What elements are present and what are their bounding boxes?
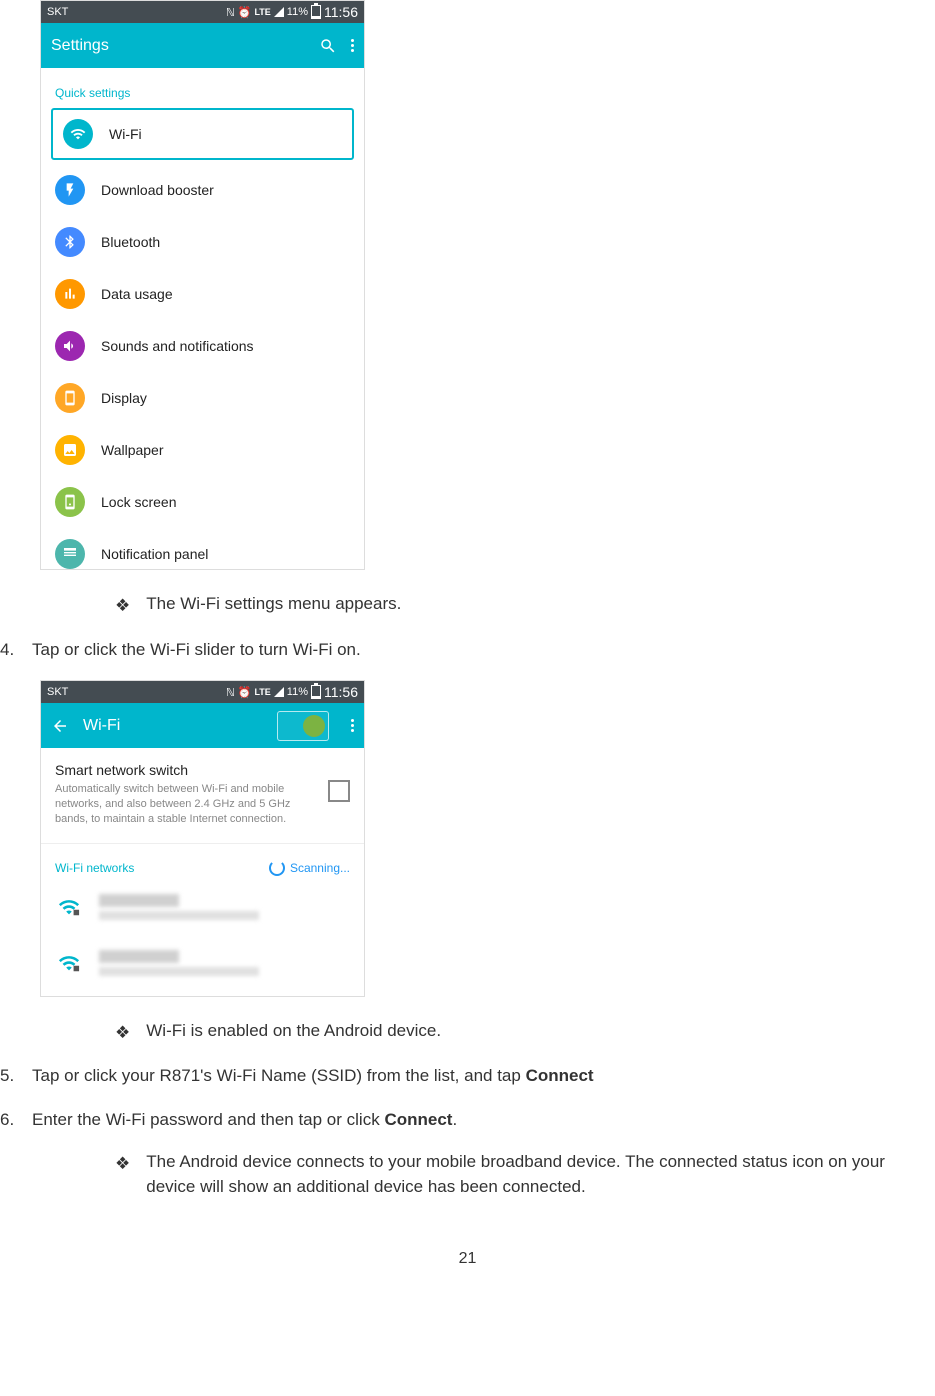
lte-label: LTE — [254, 7, 270, 17]
setting-label: Data usage — [101, 286, 173, 302]
wifi-icon — [63, 119, 93, 149]
setting-label: Display — [101, 390, 147, 406]
bullet-note: ❖ The Android device connects to your mo… — [115, 1150, 935, 1199]
page-title: Wi-Fi — [83, 717, 120, 735]
status-bar: SKT ℕ ⏰ LTE 11% 11:56 — [41, 1, 364, 23]
signal-icon — [274, 7, 284, 17]
diamond-bullet-icon: ❖ — [115, 1152, 130, 1177]
screenshot-wifi: SKT ℕ ⏰ LTE 11% 11:56 Wi-Fi — [40, 680, 365, 997]
setting-label: Bluetooth — [101, 234, 160, 250]
sns-checkbox[interactable] — [328, 780, 350, 802]
step-6: 6. Enter the Wi-Fi password and then tap… — [0, 1107, 935, 1133]
smart-network-switch[interactable]: Smart network switch Automatically switc… — [41, 748, 364, 844]
setting-label: Lock screen — [101, 494, 176, 510]
networks-label: Wi-Fi networks — [55, 861, 134, 875]
scanning-status: Scanning... — [269, 860, 350, 876]
nfc-icon: ℕ — [226, 6, 235, 19]
step-text: Tap or click the Wi-Fi slider to turn Wi… — [32, 637, 361, 663]
step-number: 5. — [0, 1063, 32, 1089]
setting-wallpaper[interactable]: Wallpaper — [41, 424, 364, 476]
screenshot-settings: SKT ℕ ⏰ LTE 11% 11:56 Settings Quick set… — [40, 0, 365, 570]
alarm-icon: ⏰ — [238, 6, 252, 19]
sns-title: Smart network switch — [55, 762, 316, 778]
network-info — [99, 950, 350, 976]
battery-pct: 11% — [287, 6, 308, 18]
wifi-network-row[interactable] — [41, 940, 364, 996]
bullet-text: The Wi-Fi settings menu appears. — [146, 592, 401, 617]
setting-download-booster[interactable]: Download booster — [41, 164, 364, 216]
bullet-note: ❖ Wi-Fi is enabled on the Android device… — [115, 1019, 935, 1046]
step-number: 6. — [0, 1107, 32, 1133]
download-booster-icon — [55, 175, 85, 205]
network-security-blurred — [99, 911, 259, 920]
sns-description: Automatically switch between Wi-Fi and m… — [55, 782, 316, 827]
section-header: Quick settings — [41, 68, 364, 108]
clock: 11:56 — [324, 684, 358, 700]
wifi-toggle[interactable] — [277, 711, 329, 741]
page-number: 21 — [0, 1250, 935, 1268]
notification-panel-icon — [55, 539, 85, 569]
battery-icon — [311, 685, 321, 699]
bluetooth-icon — [55, 227, 85, 257]
setting-label: Download booster — [101, 182, 214, 198]
scanning-text: Scanning... — [290, 861, 350, 875]
network-security-blurred — [99, 967, 259, 976]
menu-overflow-icon[interactable] — [351, 39, 354, 52]
bullet-note: ❖ The Wi-Fi settings menu appears. — [115, 592, 935, 619]
wifi-network-row[interactable] — [41, 884, 364, 940]
step-text: Enter the Wi-Fi password and then tap or… — [32, 1107, 457, 1133]
status-bar: SKT ℕ ⏰ LTE 11% 11:56 — [41, 681, 364, 703]
step-text: Tap or click your R871's Wi-Fi Name (SSI… — [32, 1063, 594, 1089]
setting-bluetooth[interactable]: Bluetooth — [41, 216, 364, 268]
clock: 11:56 — [324, 4, 358, 20]
setting-wifi[interactable]: Wi-Fi — [51, 108, 354, 160]
page-title: Settings — [51, 37, 109, 55]
sounds-icon — [55, 331, 85, 361]
network-name-blurred — [99, 894, 179, 907]
setting-label: Notification panel — [101, 546, 208, 562]
diamond-bullet-icon: ❖ — [115, 594, 130, 619]
wifi-signal-lock-icon — [55, 896, 83, 918]
step-5: 5. Tap or click your R871's Wi-Fi Name (… — [0, 1063, 935, 1089]
setting-notification-panel[interactable]: Notification panel — [41, 528, 364, 569]
setting-label: Wi-Fi — [109, 126, 142, 142]
diamond-bullet-icon: ❖ — [115, 1021, 130, 1046]
display-icon — [55, 383, 85, 413]
bullet-text: Wi-Fi is enabled on the Android device. — [146, 1019, 441, 1044]
bullet-text: The Android device connects to your mobi… — [146, 1150, 935, 1199]
carrier-label: SKT — [47, 686, 68, 698]
settings-list: Wi-Fi Download booster Bluetooth Data us… — [41, 108, 364, 569]
carrier-label: SKT — [47, 6, 68, 18]
step-4: 4. Tap or click the Wi-Fi slider to turn… — [0, 637, 935, 663]
app-bar: Settings — [41, 23, 364, 68]
setting-lock-screen[interactable]: Lock screen — [41, 476, 364, 528]
wifi-signal-lock-icon — [55, 952, 83, 974]
network-info — [99, 894, 350, 920]
setting-display[interactable]: Display — [41, 372, 364, 424]
wallpaper-icon — [55, 435, 85, 465]
spinner-icon — [269, 860, 285, 876]
connect-bold: Connect — [384, 1110, 452, 1129]
lte-label: LTE — [254, 687, 270, 697]
menu-overflow-icon[interactable] — [351, 719, 354, 732]
battery-icon — [311, 5, 321, 19]
search-icon[interactable] — [319, 37, 337, 55]
alarm-icon: ⏰ — [238, 686, 252, 699]
setting-label: Sounds and notifications — [101, 338, 254, 354]
lock-screen-icon — [55, 487, 85, 517]
network-name-blurred — [99, 950, 179, 963]
setting-sounds[interactable]: Sounds and notifications — [41, 320, 364, 372]
signal-icon — [274, 687, 284, 697]
data-usage-icon — [55, 279, 85, 309]
back-icon[interactable] — [51, 717, 69, 735]
nfc-icon: ℕ — [226, 686, 235, 699]
app-bar: Wi-Fi — [41, 703, 364, 748]
setting-data-usage[interactable]: Data usage — [41, 268, 364, 320]
networks-header: Wi-Fi networks Scanning... — [41, 844, 364, 884]
connect-bold: Connect — [526, 1066, 594, 1085]
step-number: 4. — [0, 637, 32, 663]
setting-label: Wallpaper — [101, 442, 164, 458]
battery-pct: 11% — [287, 686, 308, 698]
